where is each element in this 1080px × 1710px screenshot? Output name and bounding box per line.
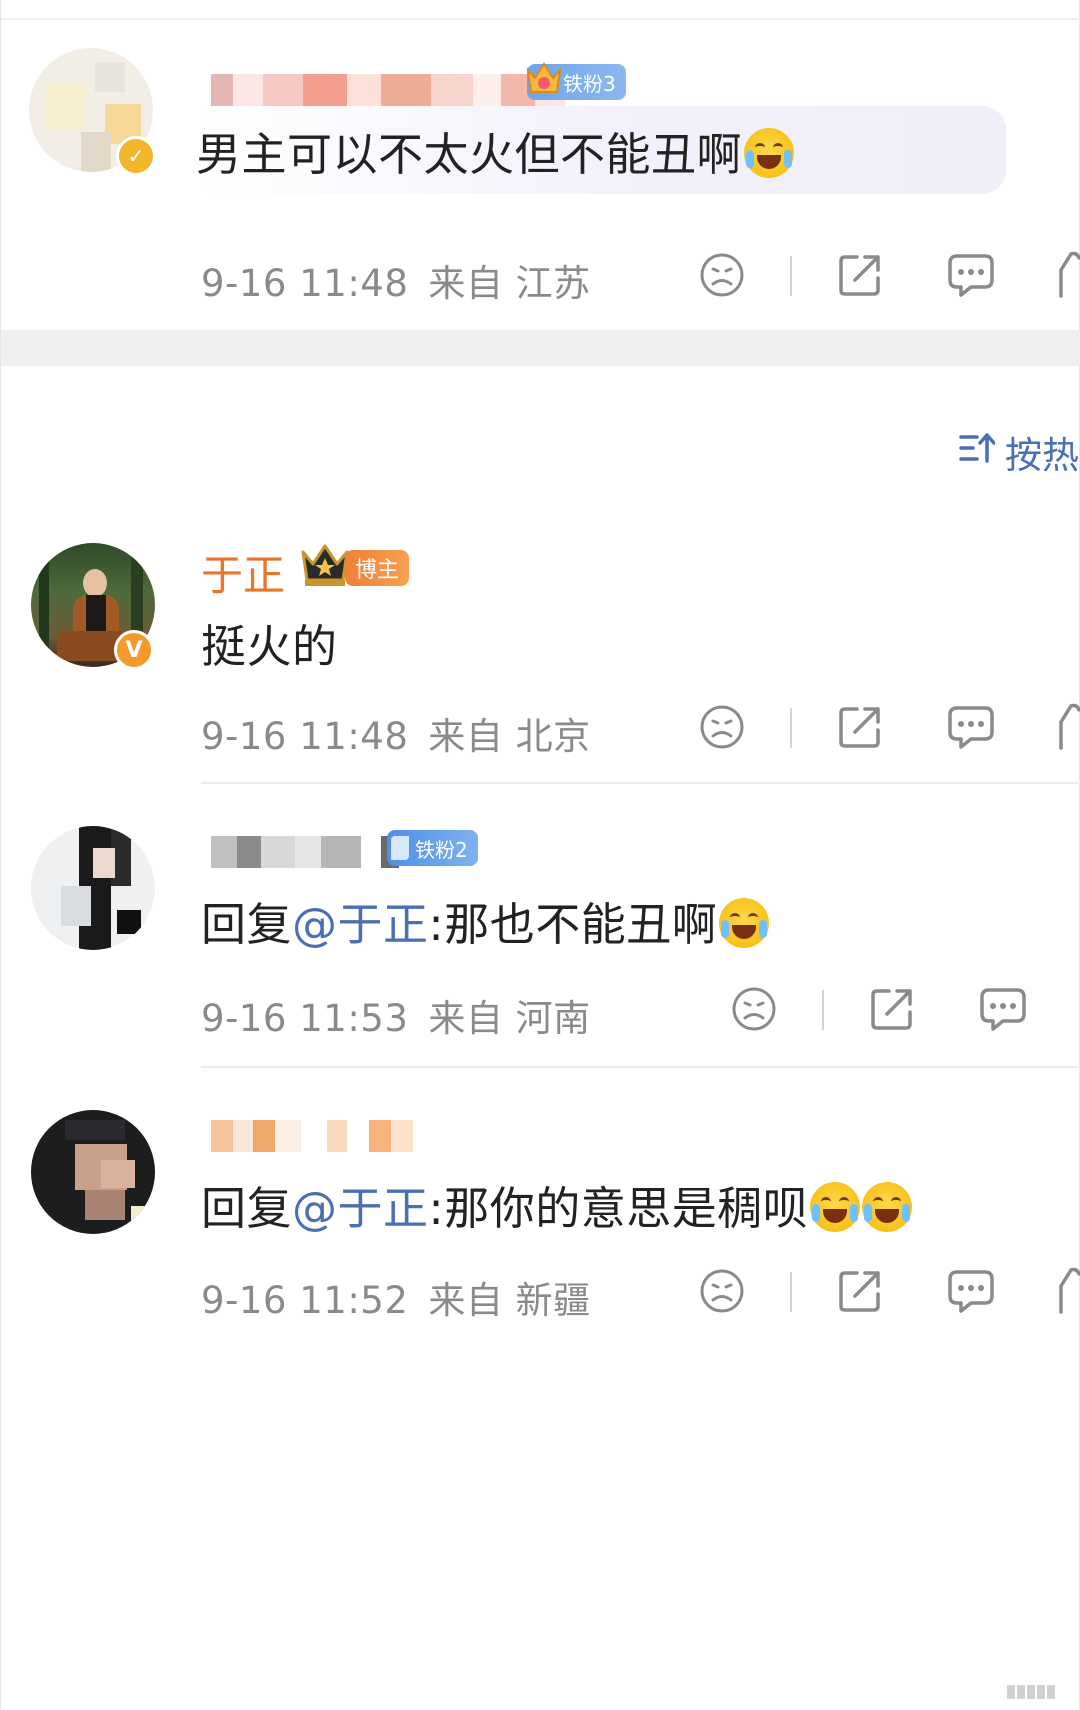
comment-meta: 9-16 11:52 来自 新疆: [201, 1270, 591, 1324]
action-divider: [790, 256, 792, 296]
section-separator: [1, 330, 1080, 366]
dislike-icon[interactable]: [699, 252, 745, 302]
comment-icon[interactable]: [979, 986, 1027, 1036]
comment-page: ✓ 铁粉3 男主可以不太火但不能丑啊 9-16 11:48 来自 江苏 按热 V…: [0, 0, 1080, 1710]
comment-text: 挺火的: [201, 620, 338, 673]
avatar[interactable]: [31, 1110, 155, 1234]
blogger-name[interactable]: 于正: [201, 542, 285, 603]
dislike-icon[interactable]: [699, 1268, 745, 1318]
comment-meta: 9-16 11:48 来自 北京: [201, 706, 591, 760]
reply-divider: [201, 1066, 1080, 1068]
avatar[interactable]: [31, 826, 155, 950]
comment-meta: 9-16 11:48 来自 江苏: [201, 253, 591, 307]
fan-badge: 铁粉2: [387, 830, 478, 866]
crying-laughing-emoji: [862, 1182, 913, 1232]
comment-location: 来自 河南: [428, 997, 591, 1040]
sort-button[interactable]: 按热: [959, 425, 1079, 479]
blogger-crown-icon: [299, 542, 351, 592]
action-divider: [790, 708, 792, 748]
comment-icon[interactable]: [947, 1268, 995, 1318]
like-icon[interactable]: [1057, 250, 1080, 304]
action-divider: [822, 990, 824, 1030]
comment-text: 回复@于正:那你的意思是稠呗: [201, 1172, 913, 1237]
share-icon[interactable]: [837, 1268, 883, 1318]
share-icon[interactable]: [869, 986, 915, 1036]
dislike-icon[interactable]: [699, 704, 745, 754]
top-divider: [1, 18, 1080, 20]
crying-emoji: [744, 128, 795, 178]
username-blurred[interactable]: [211, 70, 565, 110]
comment-meta: 9-16 11:53 来自 河南: [201, 988, 591, 1042]
username-blurred[interactable]: [211, 832, 399, 872]
crown-icon: [525, 56, 563, 100]
sort-icon: [959, 431, 996, 474]
verified-icon: ✓: [116, 136, 156, 176]
action-divider: [790, 1272, 792, 1312]
comment-text: 回复@于正:那也不能丑啊: [201, 888, 770, 953]
dislike-icon[interactable]: [731, 986, 777, 1036]
comment-location: 来自 新疆: [428, 1279, 591, 1322]
comment-time: 9-16 11:53: [201, 997, 409, 1040]
laughing-emoji: [719, 898, 770, 948]
fan-badge: 铁粉3: [526, 62, 626, 100]
blogger-badge: 博主: [345, 550, 410, 586]
comment-icon[interactable]: [947, 252, 995, 302]
share-icon[interactable]: [837, 704, 883, 754]
mention-link[interactable]: @于正: [292, 898, 429, 951]
like-icon[interactable]: [1057, 702, 1080, 756]
comment-time: 9-16 11:52: [201, 1279, 409, 1322]
comment-icon[interactable]: [947, 704, 995, 754]
mention-link[interactable]: @于正: [292, 1182, 429, 1235]
comment-text: 男主可以不太火但不能丑啊: [196, 118, 795, 183]
like-icon[interactable]: [1057, 1266, 1080, 1320]
username-blurred[interactable]: [211, 1116, 413, 1156]
verified-v-icon: V: [114, 630, 154, 670]
comment-location: 来自 江苏: [428, 262, 591, 305]
comment-time: 9-16 11:48: [201, 262, 409, 305]
reply-divider: [201, 782, 1080, 784]
share-icon[interactable]: [837, 252, 883, 302]
comment-time: 9-16 11:48: [201, 715, 409, 758]
fan-level-icon: [391, 836, 409, 860]
watermark: [1007, 1684, 1067, 1704]
comment-location: 来自 北京: [428, 715, 591, 758]
crying-laughing-emoji: [810, 1182, 861, 1232]
